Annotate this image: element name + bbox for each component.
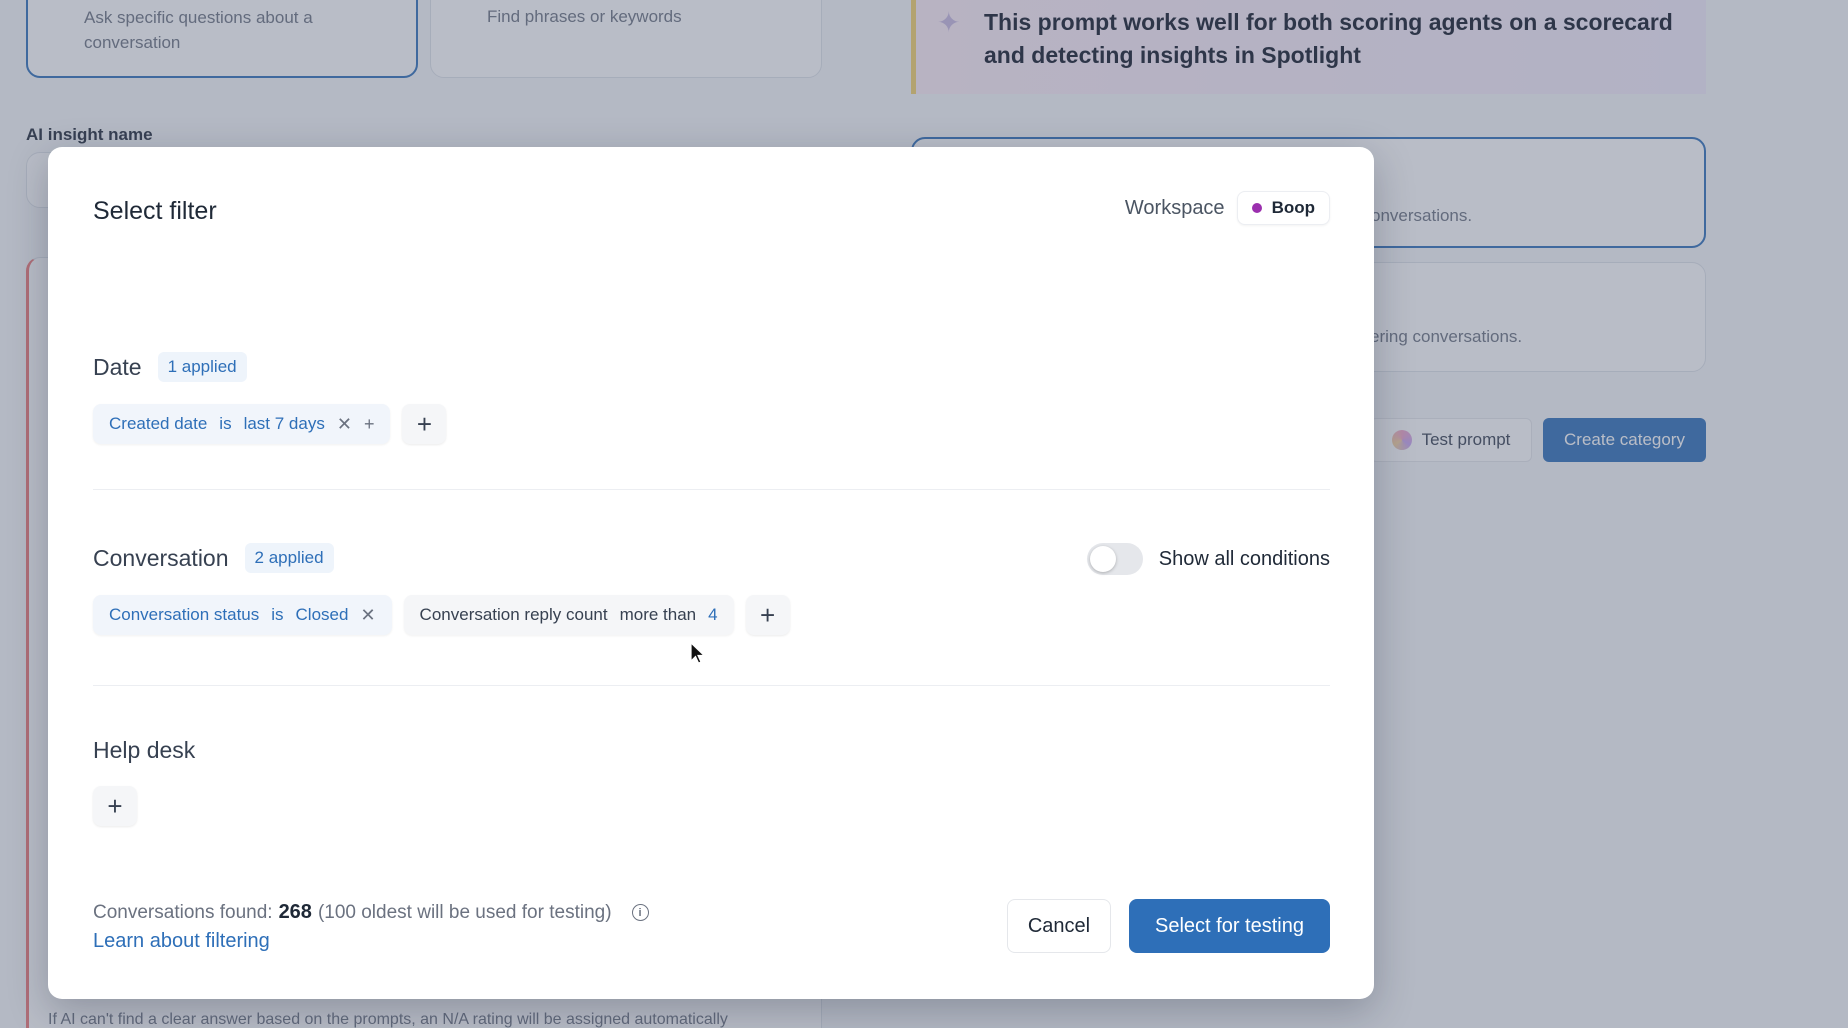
workspace-chip[interactable]: Boop [1236,191,1330,225]
info-icon[interactable]: i [631,904,649,921]
conversation-status-filter-chip[interactable]: Conversation status is Closed ✕ [93,595,392,635]
chip-operator: more than [619,605,697,624]
conversation-section-title: Conversation [93,544,229,571]
chip-operator: is [219,414,232,433]
cancel-button[interactable]: Cancel [1007,899,1111,953]
remove-filter-icon[interactable]: ✕ [337,414,352,435]
helpdesk-section-title: Help desk [93,737,196,763]
conversation-applied-badge: 2 applied [244,543,334,573]
conversation-section: Conversation 2 applied Show all conditio… [93,543,1330,635]
found-label: Conversations found: [93,901,273,923]
modal-title: Select filter [93,197,217,225]
workspace-dot-icon [1251,203,1262,213]
date-section-title: Date [93,353,142,380]
workspace-name: Boop [1271,198,1315,217]
created-date-filter-chip[interactable]: Created date is last 7 days ✕ + [93,404,391,444]
show-all-conditions-toggle[interactable] [1086,543,1143,575]
section-divider [93,489,1330,490]
select-for-testing-button[interactable]: Select for testing [1129,899,1330,953]
chip-field: Conversation reply count [419,605,608,624]
chip-value: Closed [295,605,349,624]
chip-operator: is [271,605,284,624]
date-section: Date 1 applied Created date is last 7 da… [93,352,1330,444]
found-note: (100 oldest will be used for testing) [317,901,612,923]
workspace-indicator: Workspace Boop [1125,191,1330,225]
conversations-found: Conversations found: 268 (100 oldest wil… [93,901,649,924]
found-count: 268 [278,901,312,923]
section-divider [93,685,1330,686]
add-or-condition-icon[interactable]: + [364,414,375,435]
show-all-conditions-control: Show all conditions [1086,543,1330,575]
remove-filter-icon[interactable]: ✕ [360,605,375,626]
chip-field: Created date [109,414,208,433]
date-applied-badge: 1 applied [157,352,247,382]
select-filter-modal: Select filter Workspace Boop Date 1 appl… [48,147,1374,999]
reply-count-filter-chip[interactable]: Conversation reply count more than 4 [403,595,734,635]
add-date-filter-button[interactable]: + [402,404,447,444]
add-helpdesk-filter-button[interactable]: + [93,786,137,826]
learn-about-filtering-link[interactable]: Learn about filtering [93,930,270,953]
show-all-conditions-label: Show all conditions [1158,547,1330,570]
chip-value: last 7 days [243,414,325,433]
chip-value: 4 [708,605,718,624]
mouse-cursor-icon [690,642,706,664]
chip-field: Conversation status [109,605,260,624]
workspace-label: Workspace [1124,196,1225,219]
helpdesk-section: Help desk + [93,737,1330,826]
add-conversation-filter-button[interactable]: + [745,595,790,635]
